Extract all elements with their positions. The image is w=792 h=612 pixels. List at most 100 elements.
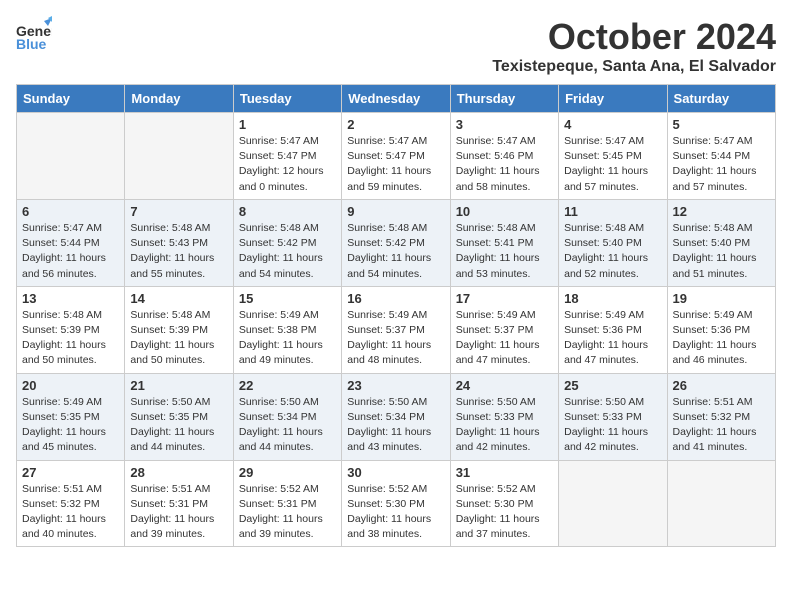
calendar-cell: 22 Sunrise: 5:50 AM Sunset: 5:34 PM Dayli… [233, 373, 341, 460]
location: Texistepeque, Santa Ana, El Salvador [492, 58, 776, 76]
day-detail: Sunrise: 5:50 AM Sunset: 5:33 PM Dayligh… [564, 395, 661, 456]
calendar-cell: 21 Sunrise: 5:50 AM Sunset: 5:35 PM Dayli… [125, 373, 233, 460]
calendar-cell: 5 Sunrise: 5:47 AM Sunset: 5:44 PM Daylig… [667, 113, 775, 200]
calendar-cell: 31 Sunrise: 5:52 AM Sunset: 5:30 PM Dayli… [450, 460, 558, 547]
calendar-cell: 18 Sunrise: 5:49 AM Sunset: 5:36 PM Dayli… [559, 286, 667, 373]
day-number: 6 [22, 204, 119, 219]
day-number: 2 [347, 117, 444, 132]
day-of-week-header: Sunday [17, 85, 125, 113]
day-number: 31 [456, 465, 553, 480]
calendar-cell: 9Sunrise: 5:48 AM Sunset: 5:42 PM Daylig… [342, 199, 450, 286]
calendar-cell: 13Sunrise: 5:48 AM Sunset: 5:39 PM Dayli… [17, 286, 125, 373]
day-number: 26 [673, 378, 770, 393]
calendar-cell: 15 Sunrise: 5:49 AM Sunset: 5:38 PM Dayli… [233, 286, 341, 373]
calendar-cell: 17Sunrise: 5:49 AM Sunset: 5:37 PM Dayli… [450, 286, 558, 373]
calendar-cell: 14Sunrise: 5:48 AM Sunset: 5:39 PM Dayli… [125, 286, 233, 373]
day-number: 12 [673, 204, 770, 219]
day-detail: Sunrise: 5:50 AM Sunset: 5:35 PM Dayligh… [130, 395, 227, 456]
day-detail: Sunrise: 5:48 AM Sunset: 5:39 PM Dayligh… [130, 308, 227, 369]
day-number: 3 [456, 117, 553, 132]
calendar-cell: 19 Sunrise: 5:49 AM Sunset: 5:36 PM Dayli… [667, 286, 775, 373]
day-detail: Sunrise: 5:51 AM Sunset: 5:32 PM Dayligh… [673, 395, 770, 456]
day-detail: Sunrise: 5:48 AM Sunset: 5:40 PM Dayligh… [673, 221, 770, 282]
day-of-week-header: Tuesday [233, 85, 341, 113]
day-number: 11 [564, 204, 661, 219]
day-number: 18 [564, 291, 661, 306]
day-detail: Sunrise: 5:47 AM Sunset: 5:45 PM Dayligh… [564, 134, 661, 195]
calendar-cell: 28 Sunrise: 5:51 AM Sunset: 5:31 PM Dayli… [125, 460, 233, 547]
title-block: October 2024 Texistepeque, Santa Ana, El… [492, 16, 776, 76]
calendar-cell: 26 Sunrise: 5:51 AM Sunset: 5:32 PM Dayli… [667, 373, 775, 460]
day-detail: Sunrise: 5:48 AM Sunset: 5:43 PM Dayligh… [130, 221, 227, 282]
day-of-week-header: Friday [559, 85, 667, 113]
day-detail: Sunrise: 5:47 AM Sunset: 5:44 PM Dayligh… [673, 134, 770, 195]
day-number: 4 [564, 117, 661, 132]
day-detail: Sunrise: 5:50 AM Sunset: 5:33 PM Dayligh… [456, 395, 553, 456]
day-detail: Sunrise: 5:48 AM Sunset: 5:42 PM Dayligh… [239, 221, 336, 282]
calendar-table: SundayMondayTuesdayWednesdayThursdayFrid… [16, 84, 776, 547]
day-detail: Sunrise: 5:49 AM Sunset: 5:38 PM Dayligh… [239, 308, 336, 369]
day-number: 15 [239, 291, 336, 306]
day-number: 28 [130, 465, 227, 480]
calendar-week-row: 27Sunrise: 5:51 AM Sunset: 5:32 PM Dayli… [17, 460, 776, 547]
day-number: 5 [673, 117, 770, 132]
day-number: 24 [456, 378, 553, 393]
day-detail: Sunrise: 5:48 AM Sunset: 5:40 PM Dayligh… [564, 221, 661, 282]
day-number: 25 [564, 378, 661, 393]
day-number: 23 [347, 378, 444, 393]
calendar-header-row: SundayMondayTuesdayWednesdayThursdayFrid… [17, 85, 776, 113]
day-detail: Sunrise: 5:50 AM Sunset: 5:34 PM Dayligh… [239, 395, 336, 456]
day-number: 21 [130, 378, 227, 393]
calendar-cell: 1 Sunrise: 5:47 AM Sunset: 5:47 PM Daylig… [233, 113, 341, 200]
calendar-cell [667, 460, 775, 547]
day-number: 10 [456, 204, 553, 219]
day-of-week-header: Wednesday [342, 85, 450, 113]
day-detail: Sunrise: 5:52 AM Sunset: 5:30 PM Dayligh… [456, 482, 553, 543]
day-number: 13 [22, 291, 119, 306]
calendar-week-row: 1 Sunrise: 5:47 AM Sunset: 5:47 PM Daylig… [17, 113, 776, 200]
month-title: October 2024 [492, 16, 776, 58]
calendar-cell: 23 Sunrise: 5:50 AM Sunset: 5:34 PM Dayli… [342, 373, 450, 460]
calendar-cell [559, 460, 667, 547]
day-detail: Sunrise: 5:47 AM Sunset: 5:44 PM Dayligh… [22, 221, 119, 282]
calendar-cell [17, 113, 125, 200]
calendar-cell: 2Sunrise: 5:47 AM Sunset: 5:47 PM Daylig… [342, 113, 450, 200]
day-of-week-header: Thursday [450, 85, 558, 113]
calendar-body: 1 Sunrise: 5:47 AM Sunset: 5:47 PM Daylig… [17, 113, 776, 547]
day-number: 30 [347, 465, 444, 480]
day-detail: Sunrise: 5:47 AM Sunset: 5:47 PM Dayligh… [239, 134, 336, 195]
day-detail: Sunrise: 5:49 AM Sunset: 5:36 PM Dayligh… [673, 308, 770, 369]
calendar-cell: 27Sunrise: 5:51 AM Sunset: 5:32 PM Dayli… [17, 460, 125, 547]
calendar-week-row: 6 Sunrise: 5:47 AM Sunset: 5:44 PM Daylig… [17, 199, 776, 286]
day-detail: Sunrise: 5:47 AM Sunset: 5:46 PM Dayligh… [456, 134, 553, 195]
calendar-cell: 25 Sunrise: 5:50 AM Sunset: 5:33 PM Dayli… [559, 373, 667, 460]
day-detail: Sunrise: 5:52 AM Sunset: 5:31 PM Dayligh… [239, 482, 336, 543]
calendar-cell: 10Sunrise: 5:48 AM Sunset: 5:41 PM Dayli… [450, 199, 558, 286]
svg-text:Blue: Blue [16, 36, 47, 52]
calendar-cell: 11 Sunrise: 5:48 AM Sunset: 5:40 PM Dayli… [559, 199, 667, 286]
day-of-week-header: Monday [125, 85, 233, 113]
day-number: 19 [673, 291, 770, 306]
page-header: General Blue October 2024 Texistepeque, … [16, 16, 776, 76]
day-detail: Sunrise: 5:49 AM Sunset: 5:37 PM Dayligh… [347, 308, 444, 369]
day-number: 29 [239, 465, 336, 480]
calendar-week-row: 13 Sunrise: 5:48 AM Sunset: 5:39 PM Dayli… [17, 286, 776, 373]
day-detail: Sunrise: 5:49 AM Sunset: 5:36 PM Dayligh… [564, 308, 661, 369]
day-detail: Sunrise: 5:51 AM Sunset: 5:31 PM Dayligh… [130, 482, 227, 543]
calendar-cell: 7Sunrise: 5:48 AM Sunset: 5:43 PM Daylig… [125, 199, 233, 286]
day-number: 17 [456, 291, 553, 306]
day-number: 1 [239, 117, 336, 132]
calendar-cell: 20 Sunrise: 5:49 AM Sunset: 5:35 PM Dayli… [17, 373, 125, 460]
calendar-cell: 24 Sunrise: 5:50 AM Sunset: 5:33 PM Dayli… [450, 373, 558, 460]
day-of-week-header: Saturday [667, 85, 775, 113]
day-number: 16 [347, 291, 444, 306]
calendar-cell: 4 Sunrise: 5:47 AM Sunset: 5:45 PM Daylig… [559, 113, 667, 200]
day-number: 9 [347, 204, 444, 219]
day-number: 20 [22, 378, 119, 393]
calendar-cell [125, 113, 233, 200]
day-number: 22 [239, 378, 336, 393]
logo: General Blue [16, 16, 52, 52]
day-detail: Sunrise: 5:50 AM Sunset: 5:34 PM Dayligh… [347, 395, 444, 456]
calendar-cell: 8Sunrise: 5:48 AM Sunset: 5:42 PM Daylig… [233, 199, 341, 286]
day-detail: Sunrise: 5:49 AM Sunset: 5:35 PM Dayligh… [22, 395, 119, 456]
